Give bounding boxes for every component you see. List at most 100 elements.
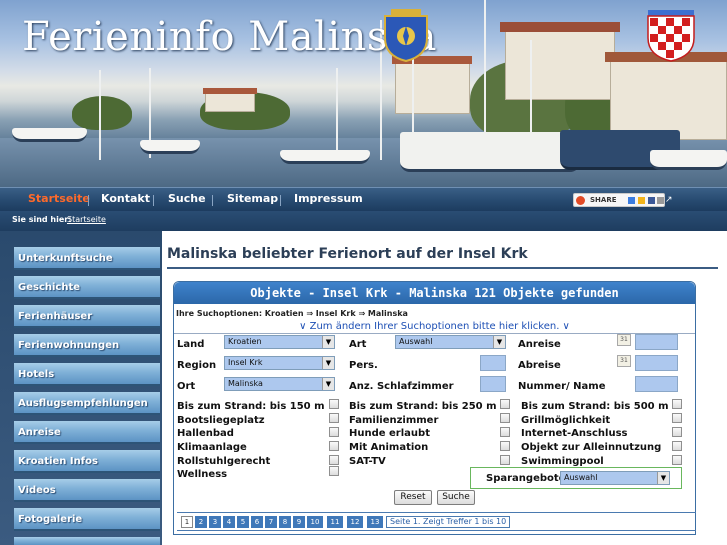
- abreise-input[interactable]: [635, 355, 678, 371]
- nav-divider: [153, 195, 154, 206]
- page-link[interactable]: 10: [307, 516, 323, 528]
- page-link[interactable]: 6: [251, 516, 263, 528]
- land-select[interactable]: Kroatien ▼: [224, 335, 335, 349]
- sparangebote-select[interactable]: Auswahl ▼: [560, 471, 670, 485]
- sidebar-item-unterkunftsuche[interactable]: Unterkunftsuche: [14, 247, 160, 270]
- feature-checkbox[interactable]: [329, 466, 339, 476]
- sidebar-item-ferienwohnungen[interactable]: Ferienwohnungen: [14, 334, 160, 357]
- nav-impressum[interactable]: Impressum: [294, 192, 363, 205]
- pagination: 1 2 3 4 5 6 7 8 9 10 11 12 13 Seite 1. Z…: [177, 512, 696, 531]
- schlafzimmer-label: Anz. Schlafzimmer: [349, 381, 454, 392]
- art-select[interactable]: Auswahl ▼: [395, 335, 506, 349]
- feature-checkbox[interactable]: [672, 427, 682, 437]
- sidebar-item-hotels[interactable]: Hotels: [14, 363, 160, 386]
- share-button[interactable]: SHARE: [573, 193, 665, 207]
- sidebar-item-videos[interactable]: Videos: [14, 479, 160, 502]
- nav-suche[interactable]: Suche: [168, 192, 206, 205]
- feature-checkbox[interactable]: [329, 441, 339, 451]
- page-link[interactable]: 11: [327, 516, 343, 528]
- feature-checkbox[interactable]: [329, 399, 339, 409]
- calendar-icon[interactable]: 31: [617, 334, 631, 346]
- sidebar-item-kroatien-infos[interactable]: Kroatien Infos: [14, 450, 160, 473]
- feature-label: Mit Animation: [349, 442, 429, 453]
- feature-label: Internet-Anschluss: [521, 428, 628, 439]
- feature-checkbox[interactable]: [672, 413, 682, 423]
- nummer-name-input[interactable]: [635, 376, 678, 392]
- search-button[interactable]: Suche: [437, 490, 475, 505]
- feature-checkbox[interactable]: [329, 413, 339, 423]
- page-title: Malinska beliebter Ferienort auf der Ins…: [167, 246, 528, 262]
- boat: [140, 140, 200, 154]
- search-panel: Objekte - Insel Krk - Malinska 121 Objek…: [173, 281, 696, 535]
- anreise-input[interactable]: [635, 334, 678, 350]
- nav-kontakt[interactable]: Kontakt: [101, 192, 150, 205]
- feature-checkbox[interactable]: [500, 413, 510, 423]
- sidebar-item-geschichte[interactable]: Geschichte: [14, 276, 160, 299]
- breadcrumb-label: Sie sind hier:: [12, 215, 72, 224]
- page-link[interactable]: 13: [367, 516, 383, 528]
- change-search-options-link[interactable]: ∨ Zum ändern Ihrer Suchoptionen bitte hi…: [174, 321, 695, 332]
- region-select-value: Insel Krk: [228, 358, 263, 367]
- page-link[interactable]: 7: [265, 516, 277, 528]
- expand-icon[interactable]: ↗: [665, 195, 673, 205]
- ort-label: Ort: [177, 381, 196, 392]
- sidebar-item-ausflugsempfehlungen[interactable]: Ausflugsempfehlungen: [14, 392, 160, 415]
- schlafzimmer-input[interactable]: [480, 376, 506, 392]
- reset-button[interactable]: Reset: [394, 490, 432, 505]
- feature-checkbox[interactable]: [500, 441, 510, 451]
- facebook-icon: [648, 197, 655, 204]
- feature-checkbox[interactable]: [329, 455, 339, 465]
- croatia-coat-of-arms-icon: [647, 10, 695, 62]
- feature-checkbox[interactable]: [672, 441, 682, 451]
- calendar-icon[interactable]: 31: [617, 355, 631, 367]
- breadcrumb-link-startseite[interactable]: Startseite: [67, 215, 106, 224]
- art-label: Art: [349, 339, 367, 350]
- region-select[interactable]: Insel Krk ▼: [224, 356, 335, 370]
- boat-mast: [336, 68, 338, 163]
- page-link[interactable]: 4: [223, 516, 235, 528]
- page-link[interactable]: 5: [237, 516, 249, 528]
- breadcrumb-bar: [0, 211, 727, 231]
- sidebar-item-fotogalerie[interactable]: Fotogalerie: [14, 508, 160, 531]
- chevron-down-icon: ▼: [493, 336, 505, 348]
- boat-mast: [99, 70, 101, 160]
- feature-label: Wellness: [177, 469, 228, 480]
- feature-checkbox[interactable]: [500, 427, 510, 437]
- page-link[interactable]: 2: [195, 516, 207, 528]
- page-link[interactable]: 8: [279, 516, 291, 528]
- feature-checkbox[interactable]: [500, 399, 510, 409]
- sidebar-item-ferienhaeuser[interactable]: Ferienhäuser: [14, 305, 160, 328]
- sidebar-item-anreise[interactable]: Anreise: [14, 421, 160, 444]
- feature-label: Bis zum Strand: bis 250 m: [349, 401, 497, 412]
- page-link[interactable]: 3: [209, 516, 221, 528]
- boat-mast: [484, 0, 486, 150]
- share-icon: [576, 196, 585, 205]
- feature-checkbox[interactable]: [672, 399, 682, 409]
- pers-label: Pers.: [349, 360, 378, 371]
- feature-checkbox[interactable]: [500, 455, 510, 465]
- page-link-current[interactable]: 1: [181, 516, 193, 528]
- tree-cluster: [72, 96, 132, 130]
- header-banner: Ferieninfo Malinska: [0, 0, 727, 187]
- page-link[interactable]: 12: [347, 516, 363, 528]
- feature-checkbox[interactable]: [672, 455, 682, 465]
- building: [205, 92, 255, 112]
- nav-startseite[interactable]: Startseite: [28, 192, 90, 205]
- sidebar: Unterkunftsuche Geschichte Ferienhäuser …: [0, 231, 162, 545]
- feature-label: Swimmingpool: [521, 456, 604, 467]
- pers-input[interactable]: [480, 355, 506, 371]
- ort-select[interactable]: Malinska ▼: [224, 377, 335, 391]
- feature-label: Bis zum Strand: bis 500 m: [521, 401, 669, 412]
- feature-label: Bootsliegeplatz: [177, 415, 265, 426]
- pagination-info: Seite 1. Zeigt Treffer 1 bis 10: [386, 516, 511, 528]
- land-label: Land: [177, 339, 205, 350]
- nav-sitemap[interactable]: Sitemap: [227, 192, 278, 205]
- sidebar-item-partial[interactable]: [14, 537, 160, 545]
- nav-divider: [280, 195, 281, 206]
- boat: [12, 128, 87, 142]
- title-divider: [167, 267, 718, 269]
- boat: [280, 150, 370, 164]
- feature-label: Grillmöglichkeit: [521, 415, 611, 426]
- feature-checkbox[interactable]: [329, 427, 339, 437]
- page-link[interactable]: 9: [293, 516, 305, 528]
